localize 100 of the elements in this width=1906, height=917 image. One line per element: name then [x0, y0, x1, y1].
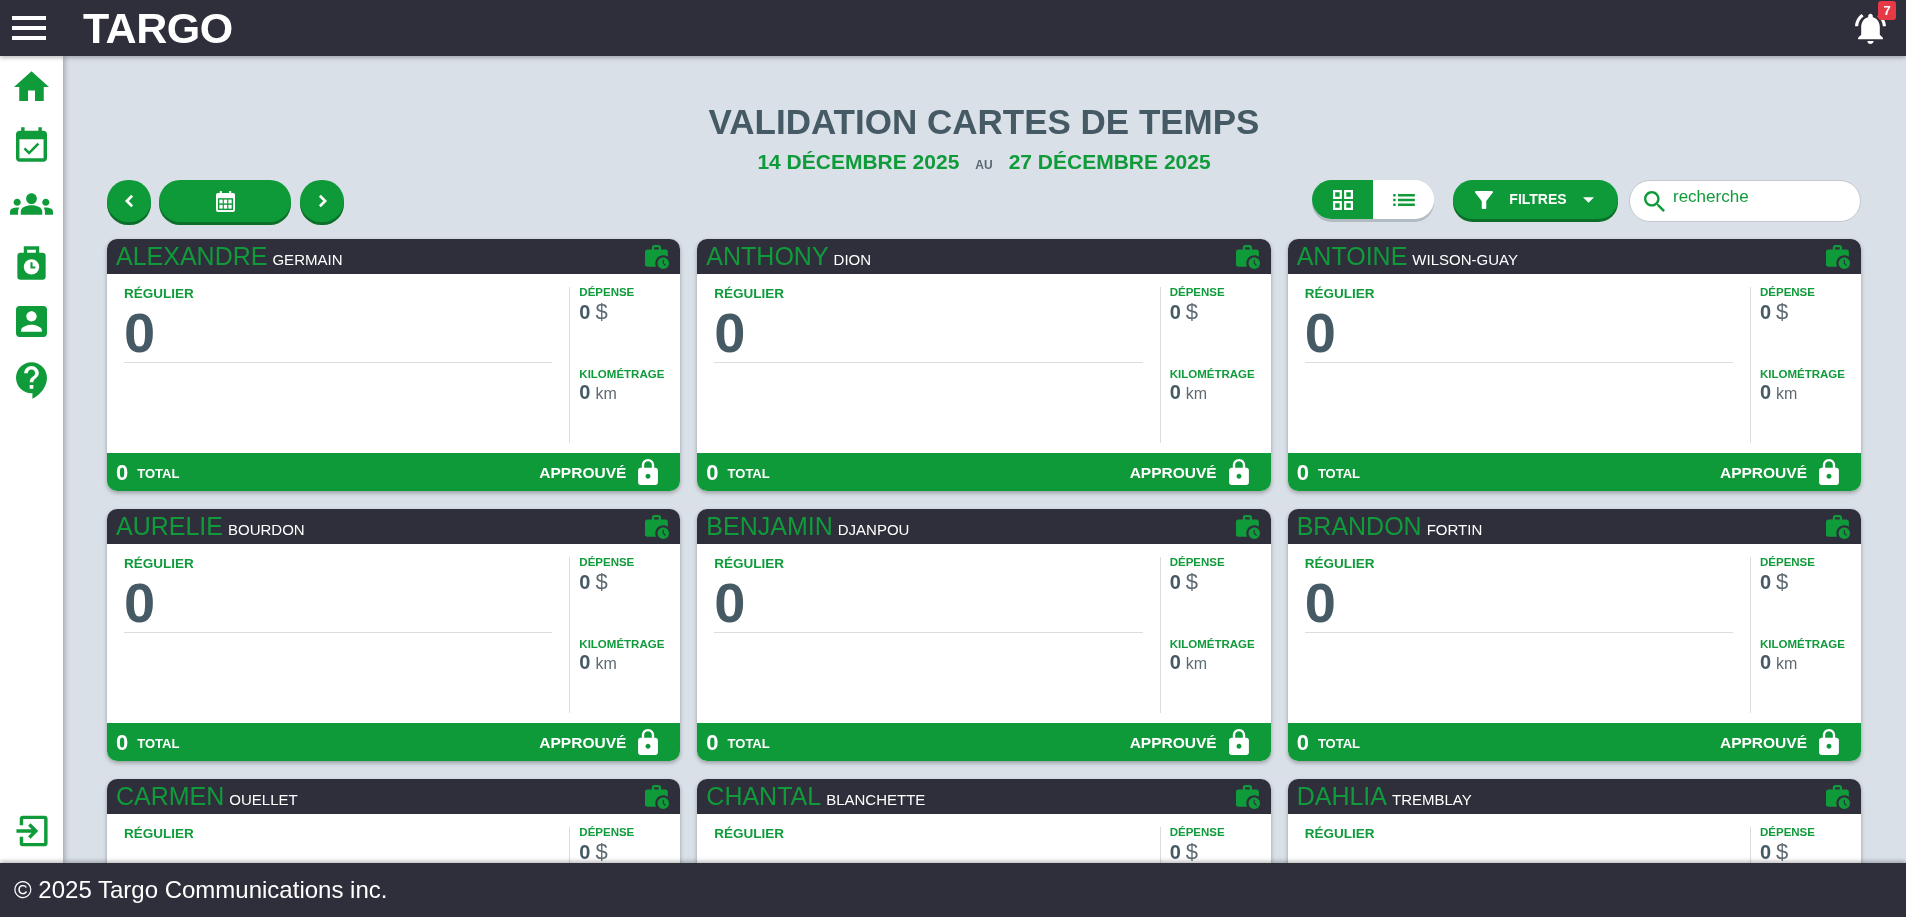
list-icon	[1392, 193, 1415, 206]
briefcase-clock-icon[interactable]	[1826, 514, 1850, 539]
currency-unit: $	[595, 840, 608, 863]
expense-amount: 0	[579, 842, 591, 863]
status-label: APPROUVÉ	[1720, 462, 1807, 483]
status-label: APPROUVÉ	[1129, 732, 1217, 753]
regular-hours-label: RÉGULIER	[714, 286, 786, 303]
currency-unit: $	[595, 300, 608, 324]
grid-icon	[1332, 189, 1353, 210]
briefcase-clock-icon[interactable]	[1235, 514, 1260, 539]
first-name: CHANTAL	[706, 784, 822, 810]
regular-hours-value: 0	[1304, 575, 1336, 632]
bag-clock-icon[interactable]	[16, 244, 47, 281]
expense-amount: 0	[1760, 572, 1772, 593]
first-name: BRANDON	[1296, 514, 1422, 540]
next-period-button[interactable]	[300, 180, 344, 223]
total-value: 0	[1296, 458, 1309, 487]
distance-unit: km	[1776, 385, 1798, 403]
distance-unit: km	[1185, 385, 1208, 403]
bell-icon[interactable]	[1855, 12, 1886, 44]
currency-unit: $	[1776, 840, 1789, 863]
period-separator: AU	[975, 158, 993, 173]
regular-hours-value: 0	[124, 575, 156, 632]
total-value: 0	[706, 728, 719, 757]
filter-button[interactable]: FILTRES	[1453, 180, 1618, 220]
chevron-right-icon	[317, 194, 327, 209]
first-name: DAHLIA	[1296, 784, 1387, 810]
expense-amount: 0	[1169, 572, 1181, 593]
status-label: APPROUVÉ	[539, 462, 627, 483]
distance-unit: km	[1185, 655, 1208, 673]
regular-hours-label: RÉGULIER	[124, 556, 195, 573]
expense-label: DÉPENSE	[1760, 826, 1816, 840]
date-picker-button[interactable]	[159, 180, 291, 223]
first-name: AURELIE	[116, 514, 223, 540]
logo-text[interactable]: TARGO	[83, 6, 233, 50]
regular-hours-value: 0	[714, 575, 746, 632]
expense-amount: 0	[579, 572, 591, 593]
list-view-button[interactable]	[1373, 180, 1434, 220]
total-value: 0	[116, 458, 129, 487]
currency-unit: $	[1776, 300, 1789, 324]
grid-view-button[interactable]	[1312, 180, 1373, 220]
briefcase-clock-icon[interactable]	[645, 784, 670, 809]
briefcase-clock-icon[interactable]	[1826, 244, 1850, 269]
page-title: VALIDATION CARTES DE TEMPS	[707, 101, 1261, 143]
expense-amount: 0	[1760, 302, 1772, 323]
lock-icon	[1819, 729, 1839, 756]
lock-icon	[1228, 459, 1249, 486]
status-label: APPROUVÉ	[1129, 462, 1217, 483]
briefcase-clock-icon[interactable]	[1826, 784, 1850, 809]
first-name: ANTHONY	[706, 244, 829, 270]
last-name: GERMAIN	[272, 252, 343, 268]
mileage-label: KILOMÉTRAGE	[1760, 368, 1846, 382]
previous-period-button[interactable]	[107, 180, 151, 223]
distance-unit: km	[1776, 655, 1798, 673]
currency-unit: $	[1185, 840, 1199, 863]
expense-amount: 0	[1169, 302, 1181, 323]
status-label: APPROUVÉ	[1720, 732, 1807, 753]
total-label: TOTAL	[727, 735, 770, 754]
briefcase-clock-icon[interactable]	[1235, 244, 1260, 269]
funnel-icon	[1475, 190, 1493, 209]
help-icon[interactable]	[16, 362, 47, 399]
regular-hours-label: RÉGULIER	[124, 286, 195, 303]
search-field[interactable]: recherche	[1629, 180, 1861, 223]
regular-hours-value: 0	[714, 305, 746, 362]
contact-card-icon[interactable]	[16, 306, 47, 337]
mileage-value: 0	[1169, 381, 1181, 403]
briefcase-clock-icon[interactable]	[645, 244, 670, 269]
lock-icon	[638, 459, 659, 486]
regular-hours-label: RÉGULIER	[1304, 826, 1376, 843]
calendar-check-icon[interactable]	[16, 127, 47, 162]
regular-hours-label: RÉGULIER	[714, 826, 786, 843]
expense-label: DÉPENSE	[579, 556, 636, 570]
logout-icon[interactable]	[15, 815, 48, 847]
mileage-label: KILOMÉTRAGE	[1169, 368, 1256, 382]
period-start-date: 14 DÉCEMBRE 2025	[757, 149, 960, 175]
expense-amount: 0	[1169, 842, 1181, 863]
distance-unit: km	[595, 385, 617, 403]
mileage-value: 0	[1169, 651, 1181, 673]
last-name: OUELLET	[229, 792, 298, 808]
mileage-value: 0	[1760, 651, 1772, 673]
period-end-date: 27 DÉCEMBRE 2025	[1008, 149, 1211, 175]
currency-unit: $	[1185, 300, 1199, 324]
menu-icon[interactable]	[12, 16, 46, 40]
people-icon[interactable]	[10, 192, 53, 215]
mileage-label: KILOMÉTRAGE	[1169, 638, 1256, 652]
currency-unit: $	[595, 570, 608, 594]
distance-unit: km	[595, 655, 617, 673]
first-name: CARMEN	[116, 784, 225, 810]
briefcase-clock-icon[interactable]	[645, 514, 670, 539]
expense-label: DÉPENSE	[579, 826, 636, 840]
regular-hours-value: 0	[1304, 305, 1336, 362]
regular-hours-label: RÉGULIER	[124, 826, 195, 843]
home-icon[interactable]	[14, 70, 49, 101]
expense-label: DÉPENSE	[1169, 826, 1226, 840]
mileage-value: 0	[1760, 381, 1772, 403]
total-value: 0	[116, 728, 129, 757]
mileage-label: KILOMÉTRAGE	[579, 368, 666, 382]
briefcase-clock-icon[interactable]	[1235, 784, 1260, 809]
regular-hours-value: 0	[124, 305, 156, 362]
total-label: TOTAL	[137, 465, 180, 484]
